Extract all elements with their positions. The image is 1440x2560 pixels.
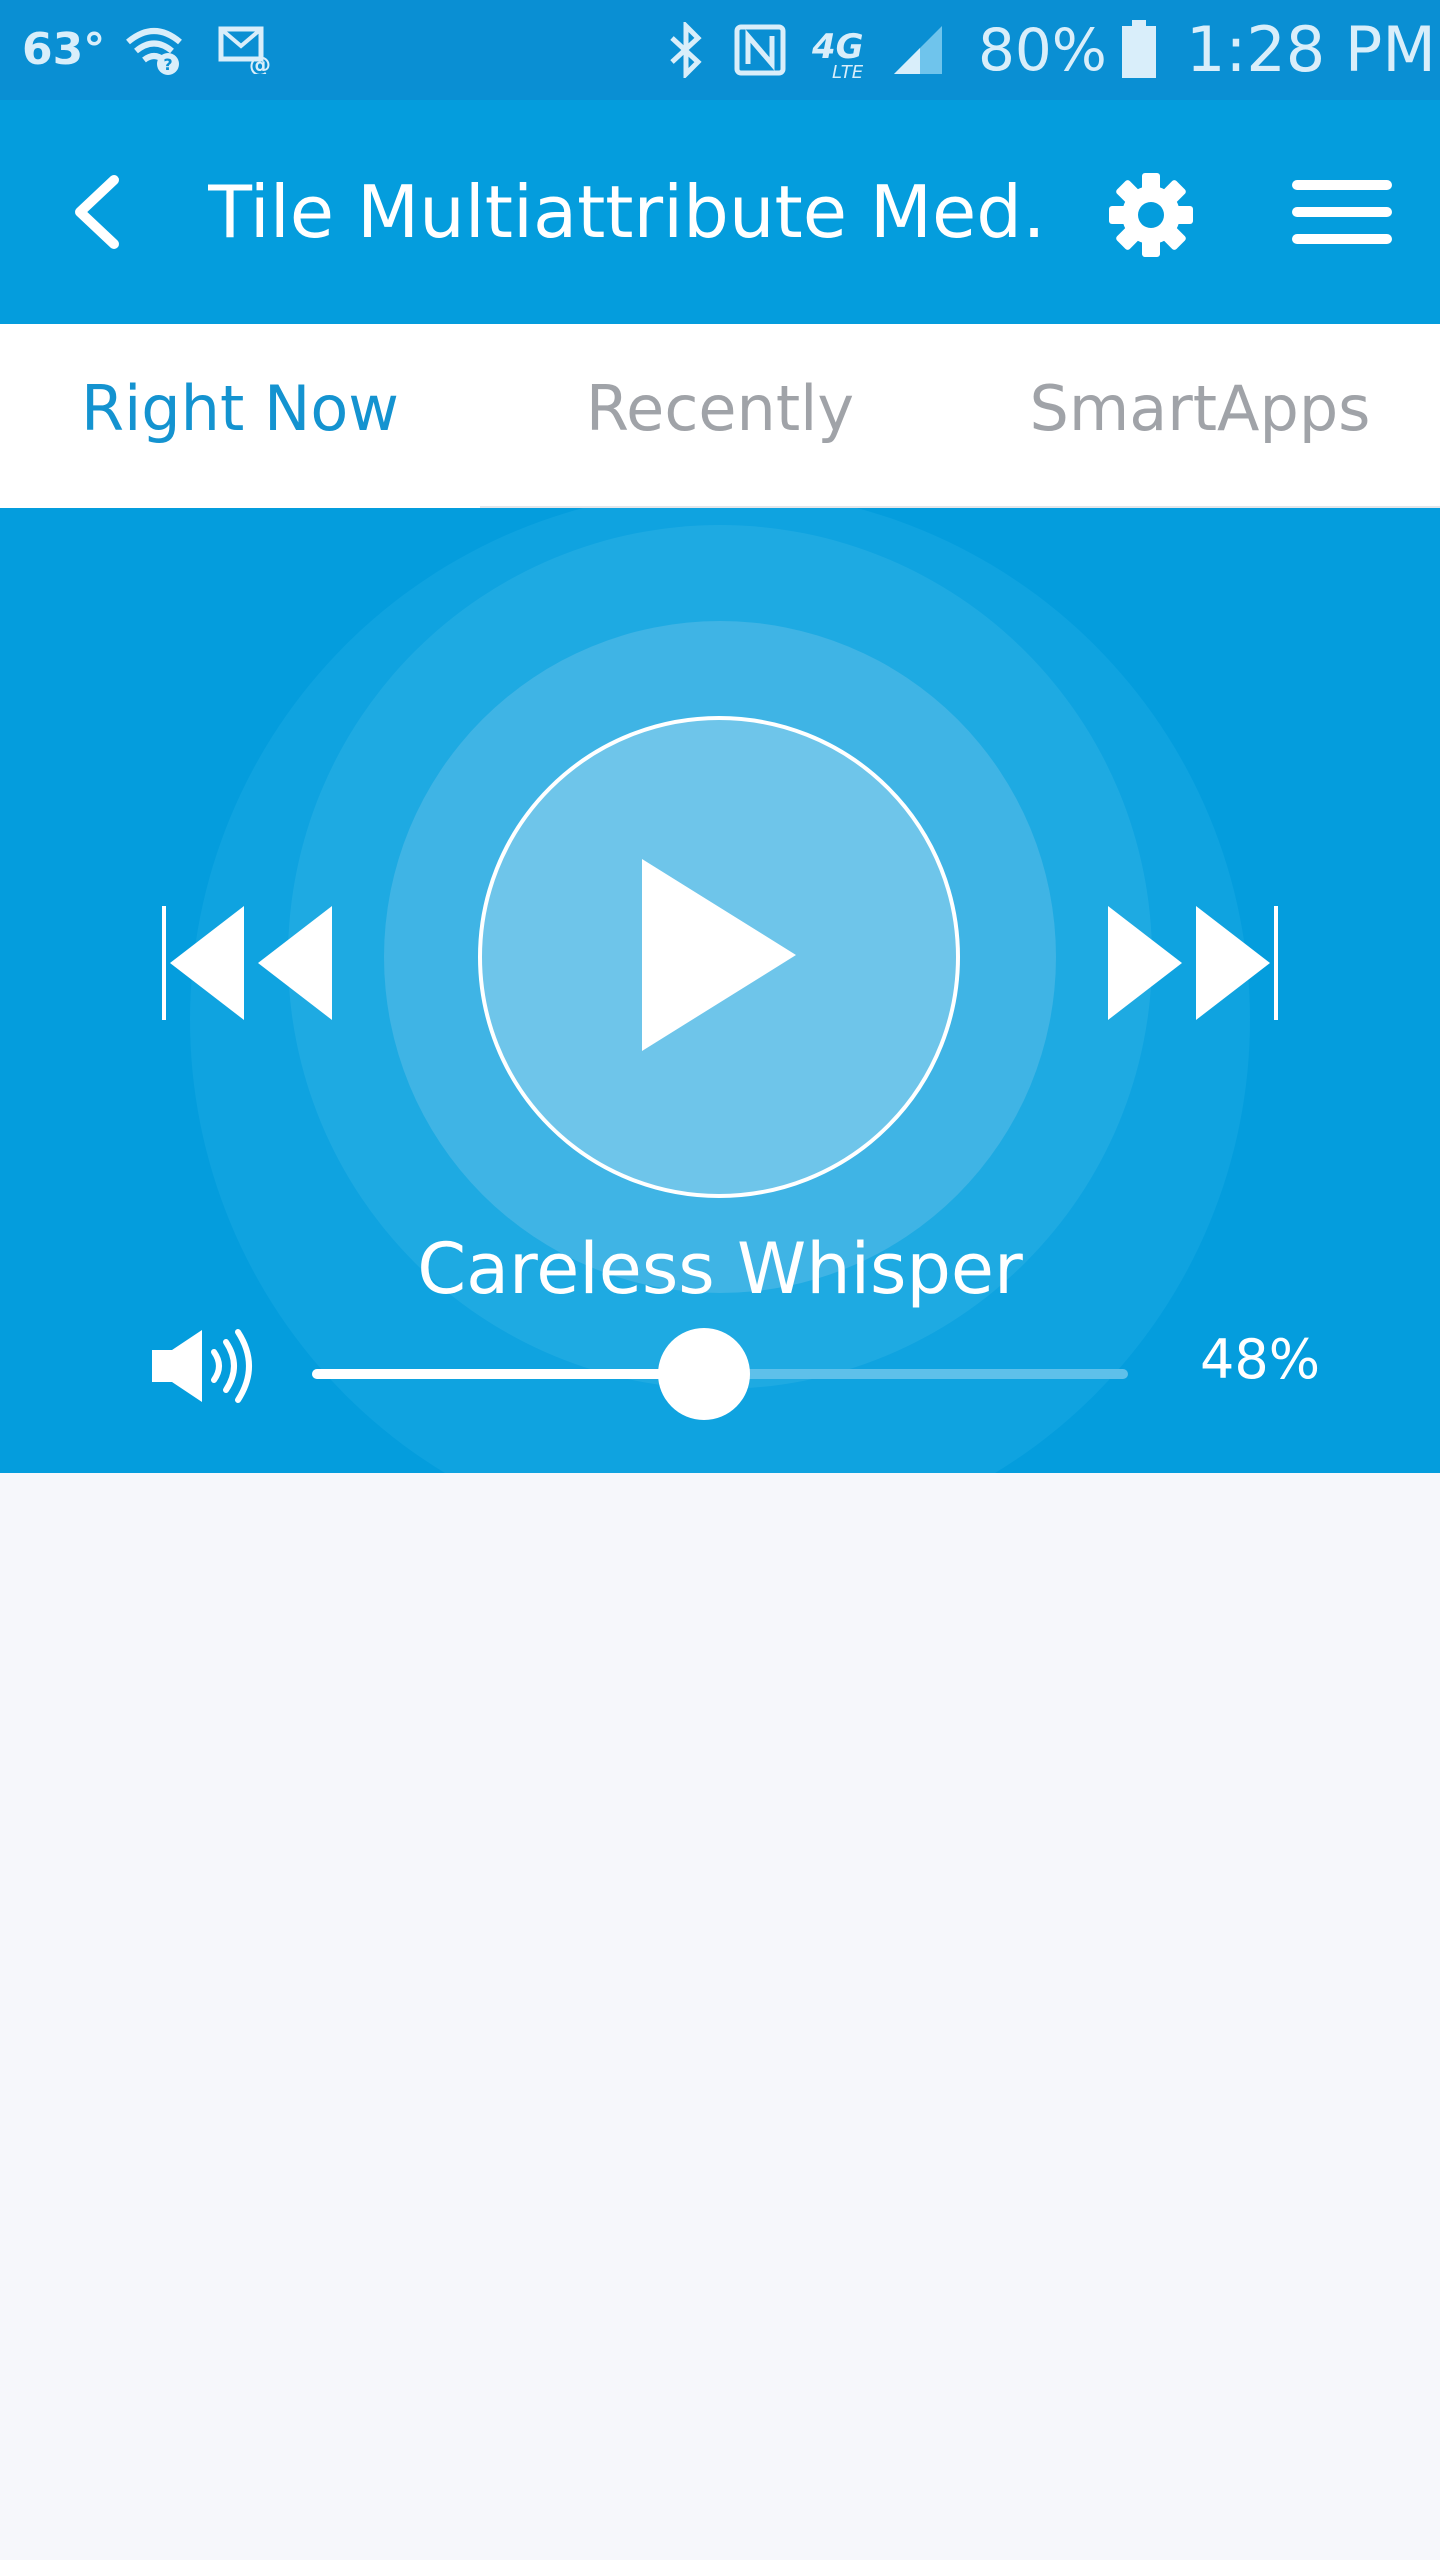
track-title: Careless Whisper [417, 1228, 1023, 1310]
svg-text:@: @ [249, 53, 271, 74]
svg-text:4G: 4G [811, 27, 864, 67]
tab-bar: Right Now Recently SmartApps [0, 324, 1440, 508]
play-icon [632, 855, 802, 1059]
next-track-icon [1100, 906, 1280, 1032]
volume-slider-fill [312, 1369, 704, 1379]
battery-percent: 80% [978, 16, 1107, 84]
back-button[interactable] [50, 164, 146, 260]
email-notification-icon: @ [218, 26, 276, 78]
menu-button[interactable] [1290, 172, 1394, 252]
hamburger-menu-icon [1290, 180, 1394, 256]
app-bar: Tile Multiattribute Med… [0, 100, 1440, 324]
nfc-icon [734, 24, 786, 80]
gear-icon [1106, 173, 1196, 264]
volume-slider[interactable] [312, 1328, 1128, 1420]
wifi-question-icon: ? [124, 24, 184, 80]
signal-icon [890, 24, 946, 80]
time-text: 1:28 PM [1186, 13, 1436, 86]
tab-right-now[interactable]: Right Now [0, 324, 480, 508]
status-bar: 63° ? @ 4G LTE 80% 1:28 PM [0, 0, 1440, 100]
play-button[interactable] [478, 716, 960, 1198]
page-title: Tile Multiattribute Med… [208, 170, 1048, 254]
next-track-button[interactable] [1100, 898, 1280, 1028]
svg-text:LTE: LTE [832, 62, 864, 82]
tab-recently[interactable]: Recently [480, 324, 960, 508]
volume-slider-thumb[interactable] [657, 1328, 750, 1420]
volume-icon[interactable] [150, 1326, 260, 1410]
bluetooth-icon [666, 19, 706, 82]
volume-percent: 48% [1199, 1328, 1321, 1391]
4g-lte-icon: 4G LTE [810, 22, 874, 86]
tab-smartapps[interactable]: SmartApps [960, 324, 1440, 508]
temperature-text: 63° [22, 24, 106, 75]
battery-icon [1120, 18, 1158, 84]
previous-track-button[interactable] [160, 898, 340, 1028]
settings-button[interactable] [1106, 170, 1196, 260]
chevron-left-icon [50, 175, 146, 264]
media-player-panel: Careless Whisper 48% [0, 508, 1440, 1473]
previous-track-icon [160, 906, 340, 1032]
content-area [0, 1473, 1440, 2560]
svg-text:?: ? [163, 55, 172, 74]
